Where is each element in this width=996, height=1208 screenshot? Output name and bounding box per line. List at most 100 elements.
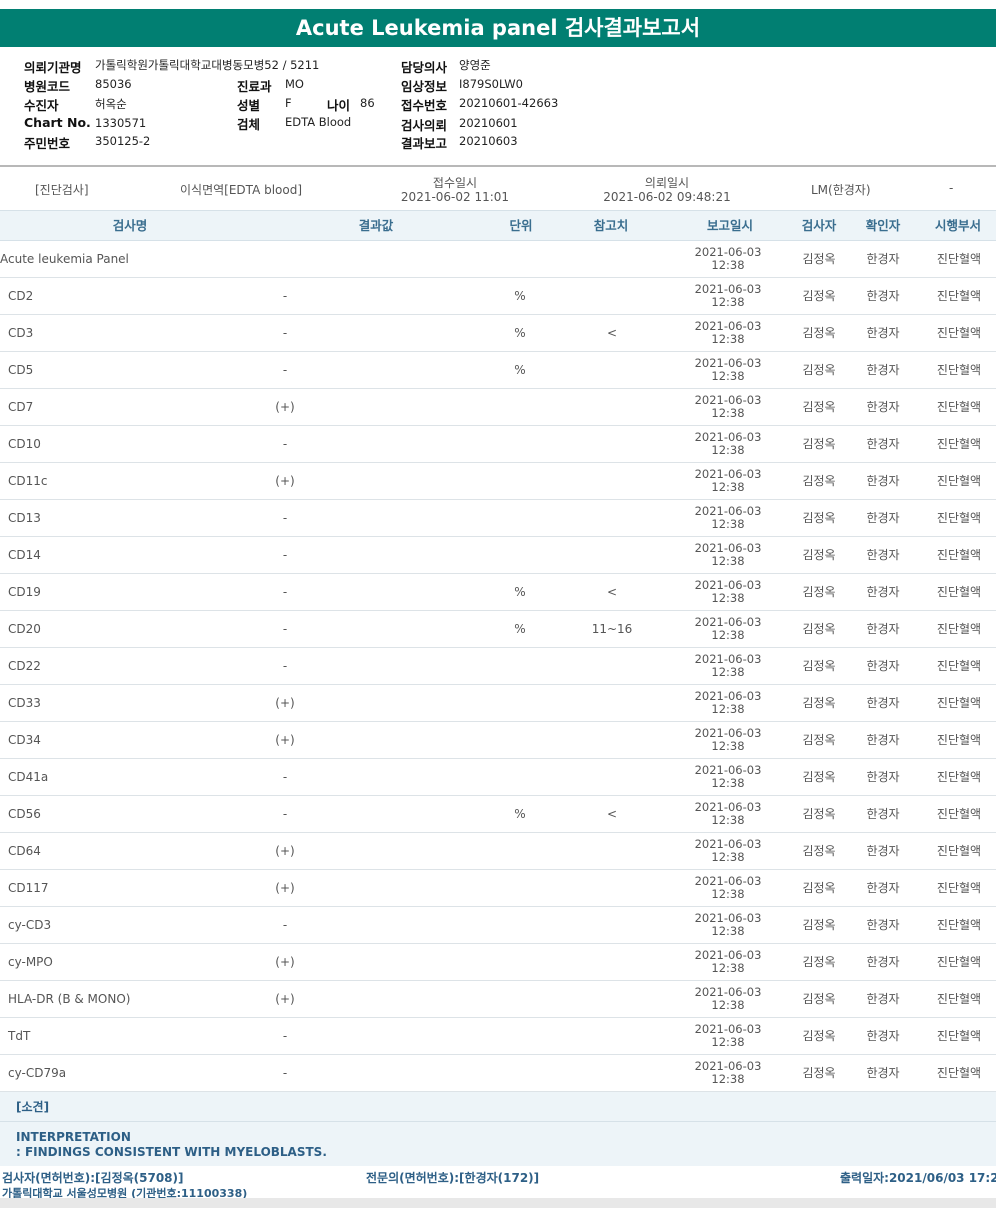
patient-info-section: 의뢰기관명 가톨릭학원가톨릭대학교대병동모병52 / 5211 병원코드 850…	[0, 47, 996, 165]
receipt-no-label: 접수번호	[401, 98, 448, 113]
table-row: CD2 -% 김정옥 한경자 진단혈액 2021-06-03 12:38	[0, 278, 996, 315]
test-name: CD5	[8, 363, 34, 377]
report-datetime: 2021-06-03 12:38	[680, 500, 776, 536]
confirmer-name: 한경자	[866, 881, 900, 895]
footer-print-date: 출력일자:2021/06/03 17:21 오	[840, 1171, 996, 1185]
reference-value: <	[606, 585, 618, 599]
confirmer-name: 한경자	[866, 437, 900, 451]
test-name: CD33	[8, 696, 41, 710]
unit-value	[500, 1055, 540, 1091]
confirmer-name: 한경자	[866, 622, 900, 636]
report-time: 12:38	[711, 369, 745, 383]
collector-label: 수진자	[24, 98, 59, 113]
reference-value	[570, 463, 654, 499]
reference-value	[570, 352, 654, 388]
report-datetime: 2021-06-03 12:38	[680, 648, 776, 684]
test-name: CD41a	[8, 770, 49, 784]
test-name: CD19	[8, 585, 41, 599]
tester-name: 김정옥	[802, 844, 836, 858]
table-row: HLA-DR (B & MONO) (+) 김정옥 한경자 진단혈액 2021-06-03…	[0, 981, 996, 1018]
reference-value	[570, 648, 654, 684]
confirmer-name: 한경자	[866, 252, 900, 266]
report-time: 12:38	[711, 406, 745, 420]
reference-value	[570, 722, 654, 758]
institution-value: 가톨릭학원가톨릭대학교대병동모병52 / 5211	[95, 58, 320, 72]
doctor-label: 담당의사	[401, 60, 448, 75]
department-name: 진단혈액	[936, 733, 982, 747]
table-row: CD7 (+) 김정옥 한경자 진단혈액 2021-06-03 12:38	[0, 389, 996, 426]
table-row: CD56 -% < 김정옥 한경자 진단혈액 2021-06-03 12:38	[0, 796, 996, 833]
table-row: cy-CD79a - 김정옥 한경자 진단혈액 2021-06-03 12:38	[0, 1055, 996, 1092]
footer-specialist: 전문의(면허번호):[한경자(172)]	[366, 1171, 540, 1185]
findings-label: [소견]	[0, 1092, 996, 1122]
department-name: 진단혈액	[936, 326, 982, 340]
clinical-info-label: 임상정보	[401, 79, 448, 94]
unit-value: %	[514, 585, 526, 599]
confirmer-name: 한경자	[866, 659, 900, 673]
reference-value	[570, 278, 654, 314]
header-name: 검사명	[112, 218, 148, 233]
lm-value: LM(한경자)	[811, 183, 871, 197]
footer-tester: 검사자(면허번호):[김정옥(5708)]	[2, 1171, 184, 1185]
report-datetime: 2021-06-03 12:38	[680, 833, 776, 869]
header-ref: 참고치	[593, 218, 629, 233]
reference-value	[570, 833, 654, 869]
tester-name: 김정옥	[802, 252, 836, 266]
report-datetime: 2021-06-03 12:38	[680, 759, 776, 795]
tester-name: 김정옥	[802, 992, 836, 1006]
report-datetime: 2021-06-03 12:38	[680, 389, 776, 425]
reference-value	[570, 1055, 654, 1091]
tester-name: 김정옥	[802, 326, 836, 340]
tester-name: 김정옥	[802, 548, 836, 562]
confirmer-name: 한경자	[866, 1029, 900, 1043]
report-datetime: 2021-06-03 12:38	[680, 574, 776, 610]
report-time: 12:38	[711, 332, 745, 346]
tester-name: 김정옥	[802, 474, 836, 488]
tester-name: 김정옥	[802, 881, 836, 895]
report-time: 12:38	[711, 295, 745, 309]
result-value: (+)	[275, 992, 295, 1006]
result-value	[240, 241, 330, 277]
dept-label: 진료과	[237, 79, 272, 94]
report-title: Acute Leukemia panel 검사결과보고서	[0, 9, 996, 47]
result-value: (+)	[275, 474, 295, 488]
test-name: CD64	[8, 844, 41, 858]
confirmer-name: 한경자	[866, 955, 900, 969]
tester-name: 김정옥	[802, 511, 836, 525]
request-value: 20210601	[459, 116, 518, 130]
result-value: (+)	[275, 696, 295, 710]
confirmer-name: 한경자	[866, 289, 900, 303]
unit-value: %	[514, 807, 526, 821]
report-time: 12:38	[711, 628, 745, 642]
unit-value: %	[514, 289, 526, 303]
received-value: 2021-06-02 11:01	[400, 190, 510, 204]
confirmer-name: 한경자	[866, 696, 900, 710]
unit-value	[500, 426, 540, 462]
report-time: 12:38	[711, 850, 745, 864]
report-value: 20210603	[459, 134, 518, 148]
unit-value	[500, 833, 540, 869]
header-date: 보고일시	[706, 218, 753, 233]
header-confirm: 확인자	[865, 218, 901, 233]
result-value: -	[282, 437, 288, 451]
table-row: CD14 - 김정옥 한경자 진단혈액 2021-06-03 12:38	[0, 537, 996, 574]
header-dept: 시행부서	[934, 218, 981, 233]
unit-value	[500, 1018, 540, 1054]
department-name: 진단혈액	[936, 955, 982, 969]
table-row: CD3 -% < 김정옥 한경자 진단혈액 2021-06-03 12:38	[0, 315, 996, 352]
report-datetime: 2021-06-03 12:38	[680, 278, 776, 314]
result-value: (+)	[275, 955, 295, 969]
report-datetime: 2021-06-03 12:38	[680, 426, 776, 462]
report-datetime: 2021-06-03 12:38	[680, 463, 776, 499]
report-datetime: 2021-06-03 12:38	[680, 685, 776, 721]
sex-value: F	[285, 96, 292, 110]
table-row: CD41a - 김정옥 한경자 진단혈액 2021-06-03 12:38	[0, 759, 996, 796]
tester-name: 김정옥	[802, 437, 836, 451]
reference-value	[570, 241, 654, 277]
result-value: -	[282, 363, 288, 377]
confirmer-name: 한경자	[866, 844, 900, 858]
reference-value	[570, 759, 654, 795]
header-tester: 검사자	[801, 218, 837, 233]
reference-value: <	[606, 807, 618, 821]
department-name: 진단혈액	[936, 770, 982, 784]
